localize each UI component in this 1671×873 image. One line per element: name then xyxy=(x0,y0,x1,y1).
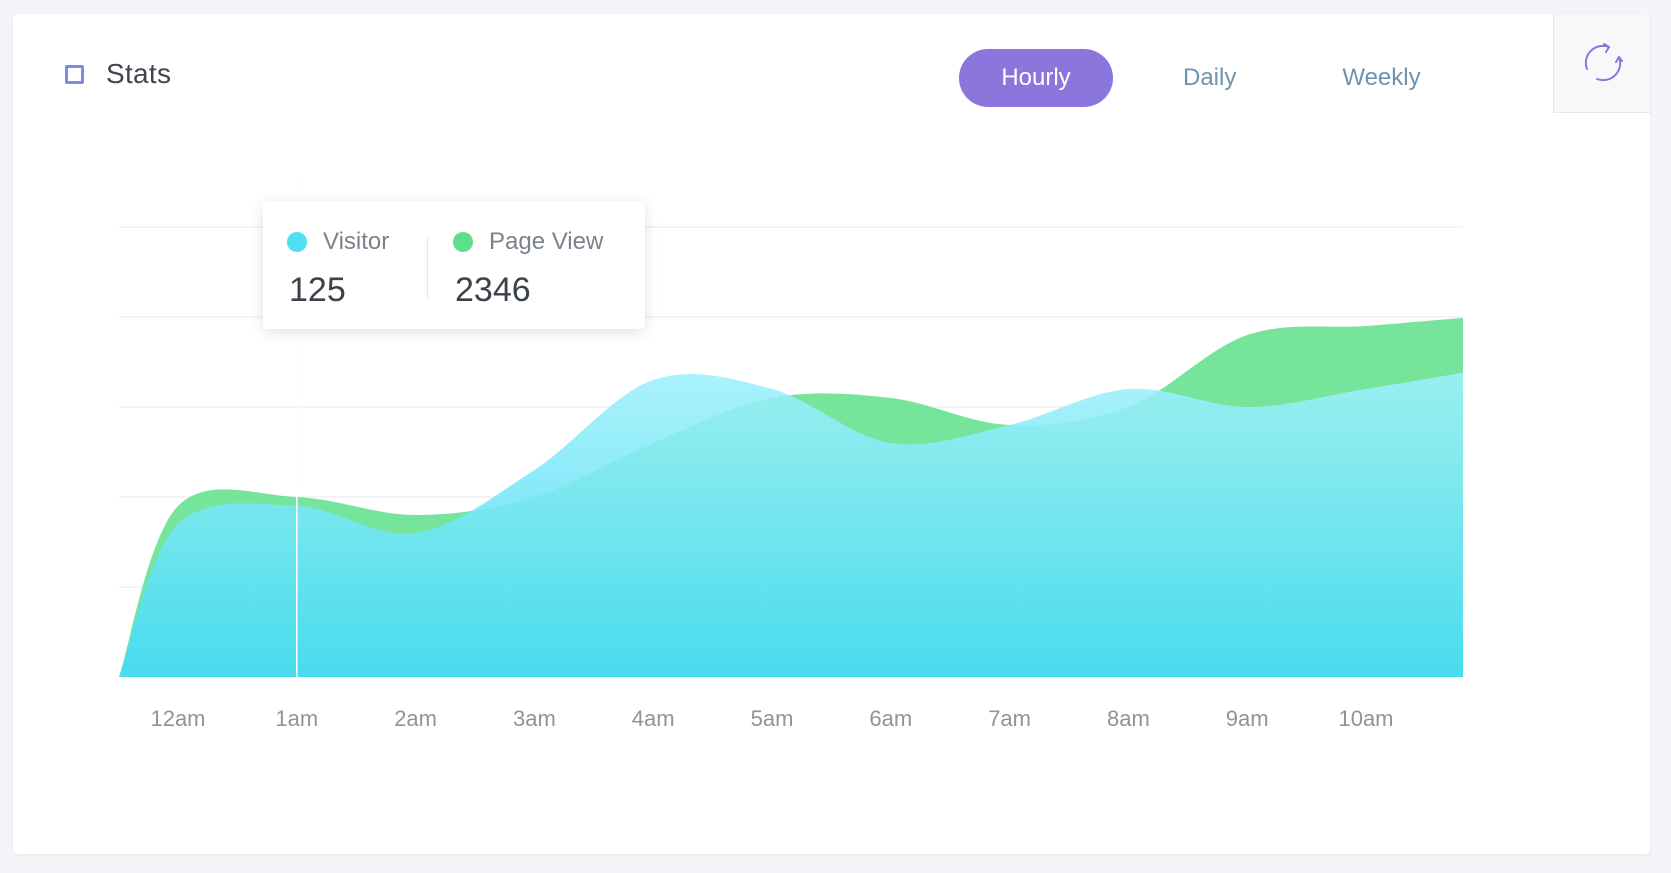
chart-tooltip: Visitor 125 Page View 2346 xyxy=(263,201,645,329)
x-axis-labels: 12am 1am 2am 3am 4am 5am 6am 7am 8am 9am 10am xyxy=(150,706,1393,731)
x-tick-label: 8am xyxy=(1107,706,1150,731)
stats-card: Stats Hourly Daily Weekly 12am 1am 2am 3am 4… xyxy=(13,14,1650,854)
x-tick-label: 3am xyxy=(513,706,556,731)
x-tick-label: 12am xyxy=(150,706,205,731)
area-visitor xyxy=(119,372,1463,677)
x-tick-label: 2am xyxy=(394,706,437,731)
tooltip-visitor: Visitor 125 xyxy=(287,227,389,310)
tooltip-visitor-label: Visitor xyxy=(323,228,390,255)
visitor-dot-icon xyxy=(287,232,307,252)
x-tick-label: 9am xyxy=(1226,706,1269,731)
tooltip-divider xyxy=(427,237,428,299)
tooltip-page-view-label: Page View xyxy=(489,228,604,255)
tooltip-page-view: Page View 2346 xyxy=(453,227,603,310)
x-tick-label: 6am xyxy=(869,706,912,731)
x-tick-label: 1am xyxy=(275,706,318,731)
page-view-dot-icon xyxy=(453,232,473,252)
x-tick-label: 10am xyxy=(1338,706,1393,731)
tooltip-visitor-value: 125 xyxy=(289,271,346,309)
tooltip-page-view-value: 2346 xyxy=(455,271,531,309)
area-chart: 12am 1am 2am 3am 4am 5am 6am 7am 8am 9am 10am xyxy=(119,170,1463,731)
x-tick-label: 7am xyxy=(988,706,1031,731)
x-tick-label: 5am xyxy=(751,706,794,731)
x-tick-label: 4am xyxy=(632,706,675,731)
